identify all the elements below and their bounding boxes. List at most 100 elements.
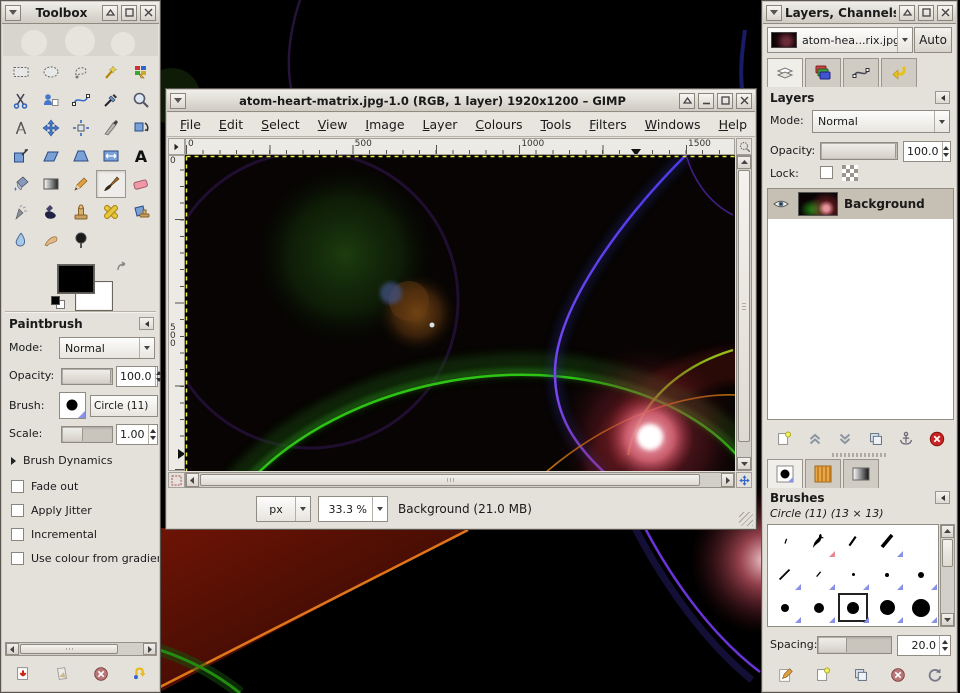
brush-cell-selected[interactable] (836, 591, 870, 624)
spinner-arrows-icon[interactable] (939, 636, 950, 655)
brush-cell[interactable] (904, 558, 938, 591)
scale-slider[interactable] (61, 426, 113, 443)
gradients-tab[interactable] (843, 459, 879, 488)
horizontal-scrollbar[interactable] (185, 472, 735, 488)
brush-cell[interactable] (836, 558, 870, 591)
airbrush-tool-icon[interactable] (6, 198, 36, 226)
brush-cell[interactable] (870, 525, 904, 558)
menu-filters[interactable]: Filters (580, 114, 635, 135)
menu-colours[interactable]: Colours (466, 114, 531, 135)
brush-dynamics-expander[interactable]: Brush Dynamics (11, 454, 112, 467)
checkbox-row-incremental[interactable]: Incremental (11, 528, 159, 541)
menu-select[interactable]: Select (252, 114, 309, 135)
rect-select-tool-icon[interactable] (6, 58, 36, 86)
menu-layer[interactable]: Layer (414, 114, 467, 135)
scroll-left-icon[interactable] (6, 643, 19, 655)
perspective-tool-icon[interactable] (66, 142, 96, 170)
menu-view[interactable]: View (309, 114, 357, 135)
brush-cell[interactable] (768, 558, 802, 591)
resize-grip[interactable] (739, 512, 753, 526)
paint-mode-select[interactable]: Normal (59, 337, 155, 359)
refresh-brushes-button[interactable] (926, 666, 944, 684)
scrollbar-thumb[interactable] (942, 539, 953, 567)
patterns-tab[interactable] (805, 459, 841, 488)
menu-tools[interactable]: Tools (531, 114, 580, 135)
spinner-arrows-icon[interactable] (155, 367, 162, 386)
close-button[interactable] (736, 93, 752, 109)
swap-colors-icon[interactable] (115, 260, 131, 276)
checkbox[interactable] (11, 480, 24, 493)
checkbox-row-fade-out[interactable]: Fade out (11, 480, 159, 493)
zoom-follow-window-icon[interactable] (736, 138, 752, 155)
delete-layer-button[interactable] (928, 430, 946, 448)
layer-opacity-spinner[interactable]: 100.0 (903, 141, 951, 162)
brush-cell[interactable] (904, 624, 938, 627)
scroll-right-icon[interactable] (721, 473, 734, 487)
layer-thumbnail[interactable] (798, 192, 838, 216)
pencil-tool-icon[interactable] (66, 170, 96, 198)
brushes-tab[interactable] (767, 459, 803, 488)
raise-layer-button[interactable] (806, 430, 824, 448)
scroll-up-icon[interactable] (737, 156, 751, 169)
fuzzy-select-tool-icon[interactable] (96, 58, 126, 86)
undo-history-tab[interactable] (881, 58, 917, 87)
lock-alpha-checkbox[interactable] (820, 166, 833, 179)
delete-brush-button[interactable] (889, 666, 907, 684)
blur-sharpen-tool-icon[interactable] (6, 226, 36, 254)
tool-options-scrollbar[interactable] (5, 642, 157, 656)
collapse-panel-button[interactable] (935, 491, 950, 504)
spinner-arrows-icon[interactable] (942, 142, 951, 161)
perspective-clone-tool-icon[interactable] (126, 198, 156, 226)
flip-tool-icon[interactable] (96, 142, 126, 170)
spinner-arrows-icon[interactable] (148, 425, 158, 444)
heal-tool-icon[interactable] (96, 198, 126, 226)
menu-edit[interactable]: Edit (210, 114, 252, 135)
image-selector[interactable]: atom-hea...rix.jpg-1 (767, 27, 913, 53)
scissors-select-tool-icon[interactable] (6, 86, 36, 114)
checkbox[interactable] (11, 528, 24, 541)
lower-layer-button[interactable] (836, 430, 854, 448)
menu-help[interactable]: Help (710, 114, 757, 135)
brush-grid-scrollbar[interactable] (940, 524, 955, 627)
scrollbar-thumb[interactable] (200, 474, 700, 486)
shade-button[interactable] (102, 5, 118, 21)
scroll-right-icon[interactable] (143, 643, 156, 655)
clone-tool-icon[interactable] (66, 198, 96, 226)
brush-preview[interactable] (59, 392, 86, 419)
edit-brush-button[interactable] (777, 666, 795, 684)
opacity-spinner[interactable]: 100.0 (116, 366, 158, 387)
checkbox-row-apply-jitter[interactable]: Apply Jitter (11, 504, 159, 517)
menu-image[interactable]: Image (356, 114, 413, 135)
brush-cell[interactable] (836, 624, 870, 627)
auto-button[interactable]: Auto (914, 27, 952, 53)
window-menu-icon[interactable] (5, 5, 21, 21)
color-picker-tool-icon[interactable] (96, 86, 126, 114)
eraser-tool-icon[interactable] (126, 170, 156, 198)
paintbrush-tool-icon[interactable] (96, 170, 126, 198)
delete-options-icon[interactable] (92, 665, 110, 683)
crop-tool-icon[interactable] (96, 114, 126, 142)
foreground-select-tool-icon[interactable] (36, 86, 66, 114)
maximize-button[interactable] (717, 93, 733, 109)
foreground-color-swatch[interactable] (57, 264, 95, 294)
brush-cell[interactable] (768, 624, 802, 627)
minimize-button[interactable] (698, 93, 714, 109)
maximize-button[interactable] (121, 5, 137, 21)
ink-tool-icon[interactable] (36, 198, 66, 226)
scroll-left-icon[interactable] (186, 473, 199, 487)
reset-options-icon[interactable] (131, 665, 149, 683)
dock-titlebar[interactable]: Layers, Channels (763, 2, 956, 24)
vertical-scrollbar[interactable] (736, 155, 752, 471)
bucket-fill-tool-icon[interactable] (6, 170, 36, 198)
dodge-burn-tool-icon[interactable] (66, 226, 96, 254)
close-button[interactable] (140, 5, 156, 21)
duplicate-layer-button[interactable] (867, 430, 885, 448)
brush-cell[interactable] (870, 624, 904, 627)
toolbox-titlebar[interactable]: Toolbox (2, 2, 159, 24)
horizontal-ruler[interactable]: 050010001500 (185, 138, 735, 155)
scroll-up-icon[interactable] (941, 525, 954, 538)
brush-cell[interactable] (802, 624, 836, 627)
scroll-down-icon[interactable] (737, 457, 751, 470)
dock-splitter-handle[interactable] (832, 453, 887, 457)
window-menu-icon[interactable] (170, 93, 186, 109)
